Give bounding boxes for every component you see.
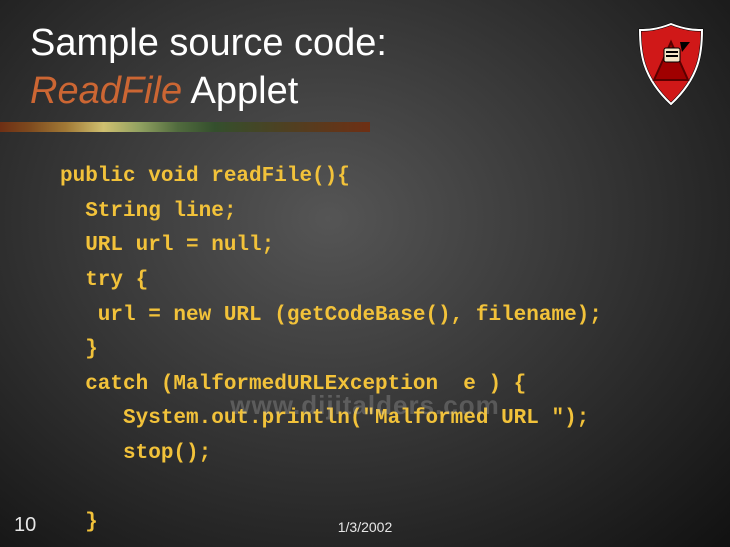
- title-emphasis: ReadFile: [30, 70, 182, 112]
- slide-date: 1/3/2002: [338, 519, 393, 535]
- shield-logo-icon: [636, 22, 706, 106]
- page-number: 10: [14, 514, 36, 537]
- slide: Sample source code: ReadFile Applet publ…: [0, 0, 730, 547]
- slide-title: Sample source code: ReadFile Applet: [30, 20, 387, 115]
- decorative-divider: [0, 122, 370, 132]
- title-line2-suffix: Applet: [182, 70, 298, 112]
- code-block: public void readFile(){ String line; URL…: [60, 160, 710, 541]
- title-line1: Sample source code:: [30, 22, 387, 64]
